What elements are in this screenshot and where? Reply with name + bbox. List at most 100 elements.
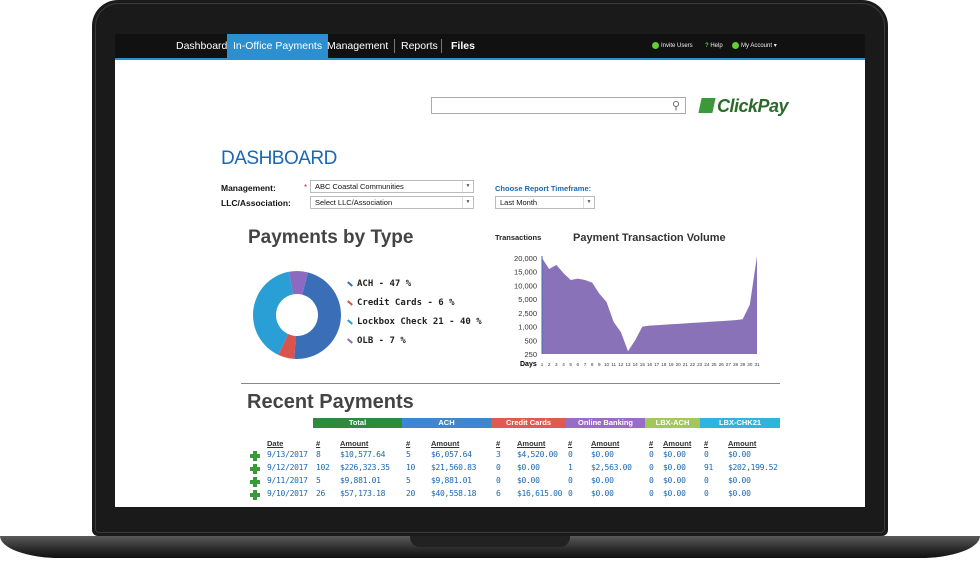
- column-group-header: LBX-ACH: [645, 418, 700, 428]
- table-cell: $0.00: [728, 476, 751, 485]
- table-cell: 0: [496, 463, 501, 472]
- llc-select[interactable]: Select LLC/Association ▼: [310, 196, 474, 209]
- table-cell: 0: [704, 476, 709, 485]
- nav-management[interactable]: Management: [321, 34, 394, 58]
- date-link[interactable]: 9/11/2017: [267, 476, 308, 485]
- y-tick-label: 20,000: [514, 254, 537, 263]
- table-cell: 102: [316, 463, 330, 472]
- expand-plus-icon[interactable]: [250, 464, 260, 474]
- y-tick-label: 250: [524, 350, 537, 359]
- my-account-menu[interactable]: My Account ▾: [732, 34, 777, 58]
- x-tick-label: 12: [618, 362, 624, 367]
- table-cell: 0: [568, 476, 573, 485]
- table-cell: 8: [316, 450, 321, 459]
- table-cell: $0.00: [663, 476, 686, 485]
- y-tick-label: 2,500: [518, 309, 537, 318]
- legend-item: OLB - 7 %: [347, 336, 406, 346]
- table-cell: $202,199.52: [728, 463, 778, 472]
- account-icon: [732, 41, 739, 49]
- table-cell: $2,563.00: [591, 463, 632, 472]
- table-cell: $21,560.83: [431, 463, 477, 472]
- x-tick-label: 14: [633, 362, 639, 367]
- payments-donut-chart: [252, 271, 341, 359]
- x-tick-label: 26: [719, 362, 725, 367]
- y-tick-label: 500: [524, 336, 537, 345]
- page-title: DASHBOARD: [221, 148, 337, 169]
- invite-users-link[interactable]: Invite Users: [652, 34, 693, 58]
- x-tick-label: 15: [640, 362, 646, 367]
- nav-files[interactable]: Files: [445, 34, 481, 58]
- chevron-down-icon: ▼: [462, 197, 473, 208]
- expand-plus-icon[interactable]: [250, 490, 260, 500]
- table-cell: 0: [496, 476, 501, 485]
- x-tick-label: 17: [654, 362, 660, 367]
- help-link[interactable]: ? Help: [705, 34, 723, 58]
- column-header: #: [704, 439, 709, 448]
- search-input[interactable]: ⚲: [431, 97, 686, 114]
- table-cell: 5: [406, 450, 411, 459]
- column-header: Amount: [591, 439, 620, 448]
- payments-by-type-title: Payments by Type: [248, 227, 414, 248]
- column-header: #: [649, 439, 654, 448]
- expand-plus-icon[interactable]: [250, 451, 260, 461]
- table-cell: $9,881.01: [340, 476, 381, 485]
- nav-reports[interactable]: Reports: [395, 34, 444, 58]
- table-cell: $226,323.35: [340, 463, 390, 472]
- search-icon[interactable]: ⚲: [672, 99, 680, 112]
- timeframe-select[interactable]: Last Month ▼: [495, 196, 595, 209]
- legend-item: Lockbox Check 21 - 40 %: [347, 317, 482, 327]
- legend-item: Credit Cards - 6 %: [347, 298, 455, 308]
- column-header: #: [568, 439, 573, 448]
- nav-underline: [115, 58, 865, 60]
- x-tick-label: 18: [661, 362, 667, 367]
- table-cell: 5: [316, 476, 321, 485]
- user-icon: [652, 41, 659, 49]
- table-cell: 20: [406, 489, 416, 498]
- x-tick-label: 24: [704, 362, 710, 367]
- table-cell: $4,520.00: [517, 450, 558, 459]
- table-cell: $40,558.18: [431, 489, 477, 498]
- x-tick-label: 25: [711, 362, 717, 367]
- legend-label: Credit Cards - 6 %: [357, 298, 455, 308]
- legend-label: OLB - 7 %: [357, 336, 406, 346]
- x-tick-label: 21: [683, 362, 689, 367]
- legend-label: ACH - 47 %: [357, 279, 412, 289]
- x-tick-label: 30: [747, 362, 753, 367]
- table-cell: 6: [496, 489, 501, 498]
- x-tick-label: 29: [740, 362, 746, 367]
- nav-in-office-payments[interactable]: In-Office Payments: [227, 34, 329, 58]
- x-tick-label: 13: [625, 362, 631, 367]
- table-cell: 0: [704, 489, 709, 498]
- expand-plus-icon[interactable]: [250, 477, 260, 487]
- table-cell: $0.00: [591, 476, 614, 485]
- date-link[interactable]: 9/10/2017: [267, 489, 308, 498]
- x-tick-label: 1: [541, 362, 544, 367]
- column-header: Amount: [340, 439, 369, 448]
- legend-item: ACH - 47 %: [347, 279, 411, 289]
- x-axis-label: Days: [520, 361, 537, 368]
- clickpay-logo-mark: [698, 98, 716, 113]
- nav-separator: [441, 39, 442, 53]
- x-tick-label: 7: [584, 362, 587, 367]
- nav-dashboard[interactable]: Dashboard: [170, 34, 233, 58]
- table-cell: $0.00: [663, 450, 686, 459]
- recent-payments-title: Recent Payments: [247, 391, 414, 413]
- table-cell: 0: [568, 450, 573, 459]
- x-tick-label: 4: [562, 362, 565, 367]
- management-select[interactable]: ABC Coastal Communities ▼: [310, 180, 474, 193]
- legend-swatch: [347, 318, 353, 325]
- table-cell: 91: [704, 463, 714, 472]
- laptop-notch: [410, 536, 570, 547]
- table-cell: 10: [406, 463, 416, 472]
- required-asterisk: *: [304, 183, 308, 192]
- legend-swatch: [347, 280, 353, 287]
- x-tick-label: 3: [555, 362, 558, 367]
- column-group-header: Credit Cards: [491, 418, 566, 428]
- table-cell: $0.00: [517, 476, 540, 485]
- x-tick-label: 31: [754, 362, 760, 367]
- date-link[interactable]: 9/13/2017: [267, 450, 308, 459]
- date-link[interactable]: 9/12/2017: [267, 463, 308, 472]
- chevron-down-icon: ▼: [462, 181, 473, 192]
- x-tick-label: 27: [726, 362, 732, 367]
- table-cell: 0: [649, 450, 654, 459]
